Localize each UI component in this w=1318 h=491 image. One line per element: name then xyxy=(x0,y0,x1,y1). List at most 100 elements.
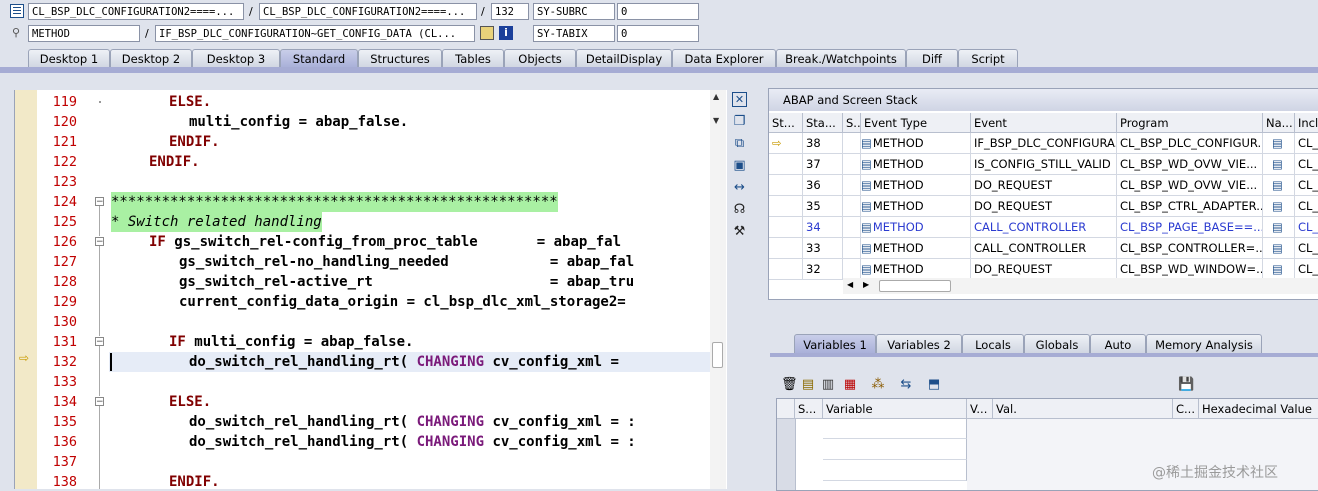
col-v[interactable]: V... xyxy=(967,399,993,419)
col-event[interactable]: Event xyxy=(971,113,1117,133)
stack-cell-na[interactable]: ▤ xyxy=(1263,259,1295,280)
stack-cell-event[interactable]: CALL_CONTROLLER xyxy=(971,238,1117,259)
clear-icon[interactable]: ▦ xyxy=(842,377,858,393)
tab-structures[interactable]: Structures xyxy=(358,49,442,68)
tab-desktop-2[interactable]: Desktop 2 xyxy=(110,49,192,68)
swap-icon[interactable]: ⧉ xyxy=(732,136,747,151)
col-variable[interactable]: Variable xyxy=(823,399,967,419)
stack-cell-icon[interactable] xyxy=(843,238,861,259)
stack-cell-status[interactable] xyxy=(769,259,803,280)
navigate-icon[interactable]: ▤ xyxy=(1266,178,1283,192)
tab-data-explorer[interactable]: Data Explorer xyxy=(672,49,776,68)
stack-cell-event[interactable]: DO_REQUEST xyxy=(971,175,1117,196)
stack-cell-type[interactable]: ▤METHOD xyxy=(861,217,971,238)
stack-cell-status[interactable] xyxy=(769,154,803,175)
sysvar2-value-field[interactable]: 0 xyxy=(617,25,699,42)
stack-cell-status[interactable] xyxy=(769,175,803,196)
editor-scrollbar[interactable]: ▲ ▼ xyxy=(710,90,726,489)
col-status[interactable]: St... xyxy=(769,113,803,133)
stack-cell-na[interactable]: ▤ xyxy=(1263,238,1295,259)
copy-row-icon[interactable]: ▥ xyxy=(820,377,836,393)
stack-cell-program[interactable]: CL_BSP_PAGE_BASE==... xyxy=(1117,217,1263,238)
col-hex[interactable]: Hexadecimal Value xyxy=(1199,399,1318,419)
scroll-up-icon[interactable]: ▲ xyxy=(713,92,719,101)
stack-cell-incl[interactable]: CL_E xyxy=(1295,238,1318,259)
stack-cell-type[interactable]: ▤METHOD xyxy=(861,175,971,196)
stack-cell-incl[interactable]: CL_E xyxy=(1295,133,1318,154)
tab-standard[interactable]: Standard xyxy=(280,49,358,68)
line-field[interactable]: 132 xyxy=(491,3,529,20)
stack-cell-program[interactable]: CL_BSP_WD_OVW_VIE... xyxy=(1117,154,1263,175)
stack-cell-event[interactable]: CALL_CONTROLLER xyxy=(971,217,1117,238)
new-window-icon[interactable]: ❐ xyxy=(732,114,747,129)
row-selector-column[interactable] xyxy=(777,419,796,490)
stack-cell-status[interactable]: ⇨ xyxy=(769,133,803,154)
resize-icon[interactable]: ↔ xyxy=(732,180,747,195)
col-na[interactable]: Na... xyxy=(1263,113,1295,133)
tab-objects[interactable]: Objects xyxy=(504,49,576,68)
program-field[interactable]: CL_BSP_DLC_CONFIGURATION2====... xyxy=(28,3,244,20)
col-s[interactable]: S... xyxy=(843,113,861,133)
stack-cell-incl[interactable]: CL_E xyxy=(1295,217,1318,238)
scroll-right-icon[interactable]: ▶ xyxy=(863,280,869,289)
var-tab-auto[interactable]: Auto xyxy=(1090,334,1146,354)
stack-cell-incl[interactable]: CL_E xyxy=(1295,196,1318,217)
stack-cell-program[interactable]: CL_BSP_WD_OVW_VIE... xyxy=(1117,175,1263,196)
stack-cell-event[interactable]: DO_REQUEST xyxy=(971,196,1117,217)
stack-cell-level[interactable]: 33 xyxy=(803,238,843,259)
stack-cell-na[interactable]: ▤ xyxy=(1263,217,1295,238)
tab-desktop-1[interactable]: Desktop 1 xyxy=(28,49,110,68)
stack-cell-na[interactable]: ▤ xyxy=(1263,175,1295,196)
tab-breakpoints[interactable]: Break./Watchpoints xyxy=(776,49,906,68)
hscroll[interactable]: ◀ ▶ xyxy=(843,278,1318,294)
headset-icon[interactable]: ☊ xyxy=(732,202,747,217)
stack-cell-event[interactable]: IF_BSP_DLC_CONFIGURA... xyxy=(971,133,1117,154)
stack-cell-icon[interactable] xyxy=(843,217,861,238)
navigate-icon[interactable]: ▤ xyxy=(1266,199,1283,213)
var-tab-memory-analysis[interactable]: Memory Analysis xyxy=(1146,334,1262,354)
navigate-icon[interactable]: ▤ xyxy=(1266,241,1283,255)
stack-cell-icon[interactable] xyxy=(843,196,861,217)
stack-cell-program[interactable]: CL_BSP_DLC_CONFIGUR... xyxy=(1117,133,1263,154)
stack-cell-incl[interactable]: CL_E xyxy=(1295,259,1318,280)
variable-input-cell[interactable] xyxy=(823,439,967,460)
insert-row-icon[interactable]: ▤ xyxy=(800,377,816,393)
sysvar-value-field[interactable]: 0 xyxy=(617,3,699,20)
stack-cell-icon[interactable] xyxy=(843,259,861,280)
tab-tables[interactable]: Tables xyxy=(442,49,504,68)
tab-script[interactable]: Script xyxy=(958,49,1018,68)
include-field[interactable]: CL_BSP_DLC_CONFIGURATION2====... xyxy=(259,3,477,20)
stack-cell-na[interactable]: ▤ xyxy=(1263,154,1295,175)
fold-toggle-icon[interactable]: − xyxy=(95,237,104,247)
maximize-icon[interactable]: ▣ xyxy=(732,158,747,173)
variable-input-cell[interactable] xyxy=(823,419,967,439)
sysvar-name-field[interactable]: SY-SUBRC xyxy=(533,3,615,20)
display-select-icon[interactable]: ⬒ xyxy=(926,377,942,393)
stack-cell-type[interactable]: ▤METHOD xyxy=(861,133,971,154)
stack-cell-program[interactable]: CL_BSP_CONTROLLER=... xyxy=(1117,238,1263,259)
stack-cell-status[interactable] xyxy=(769,238,803,259)
stack-cell-na[interactable]: ▤ xyxy=(1263,196,1295,217)
var-tab-globals[interactable]: Globals xyxy=(1024,334,1090,354)
tab-diff[interactable]: Diff xyxy=(906,49,958,68)
stack-cell-level[interactable]: 34 xyxy=(803,217,843,238)
col-var-s[interactable]: S... xyxy=(795,399,823,419)
display-icon[interactable] xyxy=(480,26,494,40)
stack-cell-level[interactable]: 37 xyxy=(803,154,843,175)
stack-cell-program[interactable]: CL_BSP_CTRL_ADAPTER... xyxy=(1117,196,1263,217)
col-program[interactable]: Program xyxy=(1117,113,1263,133)
col-stack-level[interactable]: Sta... xyxy=(803,113,843,133)
col-value[interactable]: Val. xyxy=(993,399,1173,419)
stack-cell-incl[interactable]: CL_E xyxy=(1295,154,1318,175)
event-type-field[interactable]: METHOD xyxy=(28,25,140,42)
navigate-icon[interactable]: ▤ xyxy=(1266,220,1283,234)
source-editor[interactable]: ⇨ 119 120 121 122 123 124 125 126 127 12… xyxy=(14,90,727,489)
fold-toggle-icon[interactable]: − xyxy=(95,397,104,407)
scroll-left-icon[interactable]: ◀ xyxy=(847,280,853,289)
variable-input-cell[interactable] xyxy=(823,460,967,481)
stack-cell-icon[interactable] xyxy=(843,154,861,175)
stack-cell-program[interactable]: CL_BSP_WD_WINDOW=... xyxy=(1117,259,1263,280)
event-field[interactable]: IF_BSP_DLC_CONFIGURATION~GET_CONFIG_DATA… xyxy=(155,25,475,42)
tab-detaildisplay[interactable]: DetailDisplay xyxy=(576,49,672,68)
sysvar2-name-field[interactable]: SY-TABIX xyxy=(533,25,615,42)
